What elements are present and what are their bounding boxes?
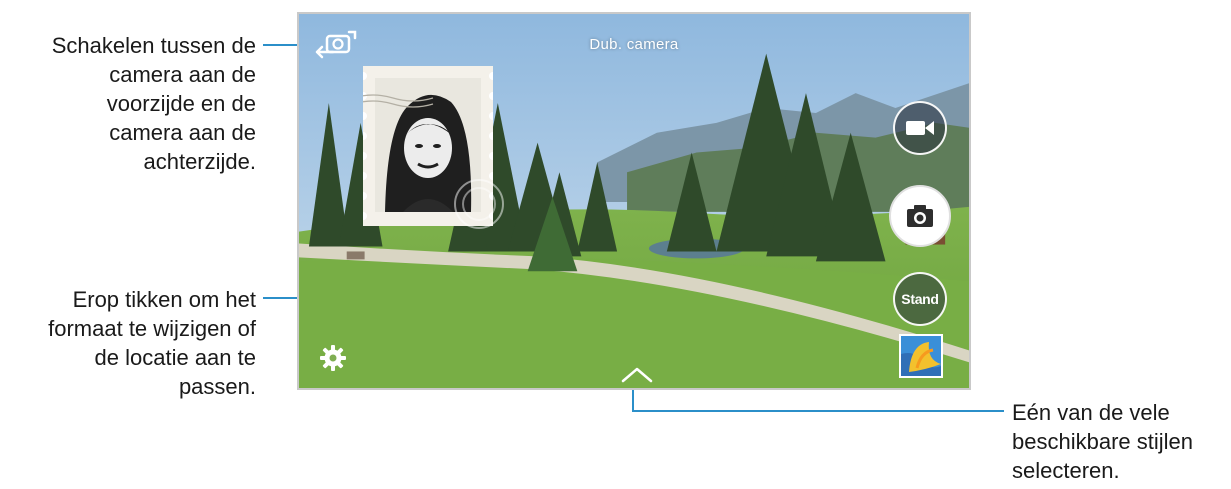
- camera-viewfinder[interactable]: Dub. camera Stand: [297, 12, 971, 390]
- chevron-up-icon[interactable]: [620, 364, 654, 384]
- shooting-mode-button[interactable]: Stand: [893, 272, 947, 326]
- record-video-button[interactable]: [893, 101, 947, 155]
- annotation-line: camera aan de: [109, 62, 256, 87]
- stamp-resize-handle[interactable]: [449, 174, 509, 234]
- annotation-line: de locatie aan te: [94, 345, 256, 370]
- gallery-thumbnail[interactable]: [899, 334, 943, 378]
- callout-line-style-h: [632, 410, 1004, 412]
- annotation-line: formaat te wijzigen of: [48, 316, 256, 341]
- annotation-line: beschikbare stijlen: [1012, 429, 1193, 454]
- annotation-line: achterzijde.: [143, 149, 256, 174]
- camera-mode-title: Dub. camera: [589, 36, 679, 53]
- annotation-line: passen.: [178, 374, 256, 399]
- take-photo-button[interactable]: [889, 185, 951, 247]
- camera-switch-icon[interactable]: [313, 28, 359, 62]
- annotation-resize-stamp: Erop tikken om het formaat te wijzigen o…: [48, 285, 256, 401]
- annotation-line: Eén van de vele: [1012, 400, 1170, 425]
- annotation-line: camera aan de: [109, 120, 256, 145]
- annotation-line: voorzijde en de: [106, 91, 256, 116]
- annotation-line: Erop tikken om het: [72, 287, 256, 312]
- annotation-line: Schakelen tussen de: [51, 33, 256, 58]
- gallery-icon: [901, 336, 941, 376]
- annotation-select-style: Eén van de vele beschikbare stijlen sele…: [1012, 398, 1193, 485]
- camera-icon: [907, 205, 933, 227]
- gear-icon[interactable]: [319, 344, 347, 372]
- annotation-line: selecteren.: [1012, 458, 1120, 483]
- video-camera-icon: [906, 121, 934, 135]
- annotation-switch-camera: Schakelen tussen de camera aan de voorzi…: [52, 31, 256, 176]
